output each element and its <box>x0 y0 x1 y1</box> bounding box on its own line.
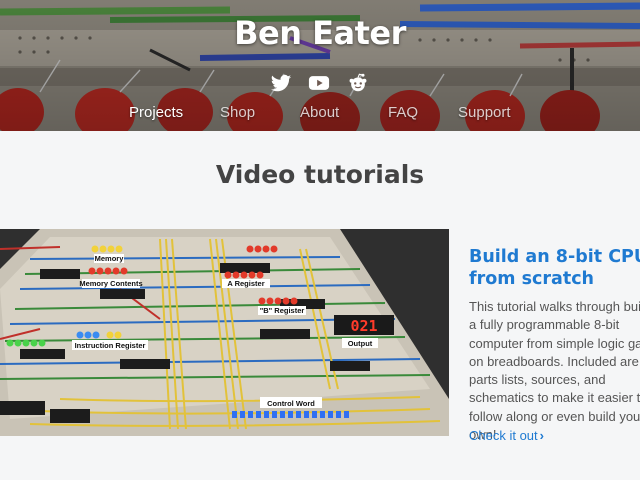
nav-about[interactable]: About <box>300 104 339 121</box>
memory-label: Memory <box>95 254 125 263</box>
tutorial-card-body: Build an 8-bit CPU from scratch This tut… <box>469 246 640 444</box>
main-nav: Projects Shop About FAQ Support <box>0 104 640 124</box>
nav-shop[interactable]: Shop <box>220 104 255 121</box>
a-register-label: A Register <box>227 279 264 288</box>
twitter-icon[interactable] <box>270 72 292 94</box>
instruction-register-label: Instruction Register <box>75 341 146 350</box>
section-title: Video tutorials <box>215 160 425 189</box>
youtube-icon[interactable] <box>308 72 330 94</box>
check-it-out-link[interactable]: Check it out › <box>469 428 544 443</box>
output-display: 021 <box>350 317 377 335</box>
reddit-icon[interactable] <box>347 72 369 94</box>
nav-faq[interactable]: FAQ <box>388 104 418 121</box>
hero-header: Ben Eater Projects Shop About FAQ Suppor… <box>0 0 640 131</box>
nav-support[interactable]: Support <box>458 104 511 121</box>
site-title[interactable]: Ben Eater <box>0 14 640 52</box>
b-register-label: "B" Register <box>260 306 305 315</box>
tutorial-description: This tutorial walks through building a f… <box>469 299 640 443</box>
nav-projects[interactable]: Projects <box>129 104 183 121</box>
output-label: Output <box>348 339 373 348</box>
chevron-right-icon: › <box>539 428 544 443</box>
control-word-label: Control Word <box>267 399 315 408</box>
check-it-out-label: Check it out <box>469 428 538 443</box>
social-links <box>0 72 640 94</box>
memory-contents-label: Memory Contents <box>79 279 142 288</box>
tutorial-title[interactable]: Build an 8-bit CPU from scratch <box>469 246 640 290</box>
tutorial-image[interactable]: 021 Memory Memory Contents A Register "B… <box>0 229 449 436</box>
